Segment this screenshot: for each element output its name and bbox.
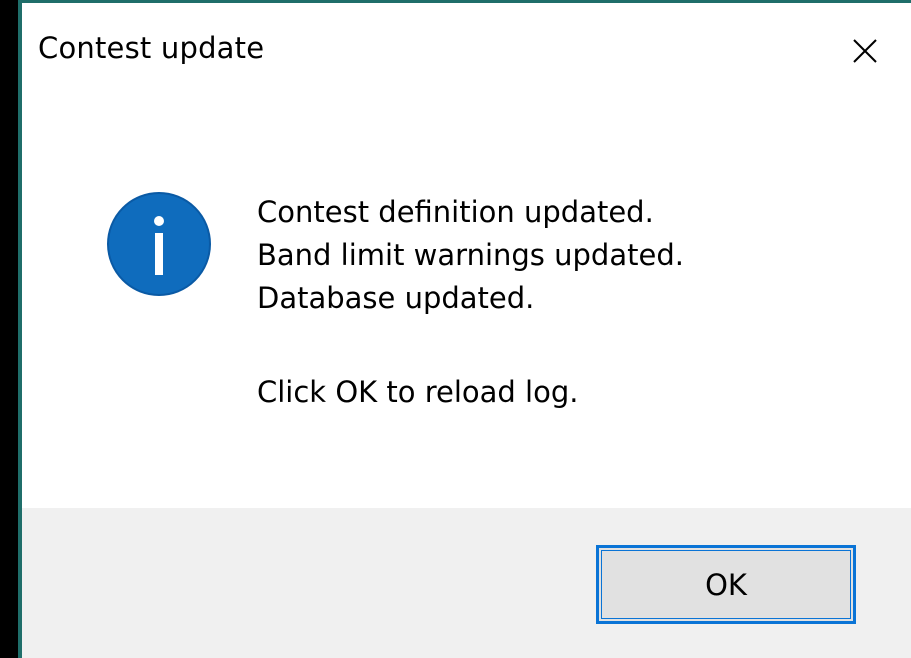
close-button[interactable] xyxy=(830,21,900,81)
message-line: Contest definition updated. xyxy=(257,195,654,229)
message-dialog: Contest update Contest definition update… xyxy=(22,3,911,658)
dialog-title: Contest update xyxy=(38,31,265,65)
ok-button[interactable]: OK xyxy=(596,545,856,624)
message-spacer xyxy=(257,320,684,371)
message-line: Click OK to reload log. xyxy=(257,375,579,409)
message-text: Contest definition updated. Band limit w… xyxy=(257,191,684,414)
message-line: Band limit warnings updated. xyxy=(257,238,684,272)
information-icon xyxy=(107,192,211,296)
ok-button-label: OK xyxy=(601,550,851,619)
message-line: Database updated. xyxy=(257,281,535,315)
button-bar: OK xyxy=(22,508,911,658)
title-bar[interactable]: Contest update xyxy=(22,3,911,93)
close-icon xyxy=(853,39,877,63)
